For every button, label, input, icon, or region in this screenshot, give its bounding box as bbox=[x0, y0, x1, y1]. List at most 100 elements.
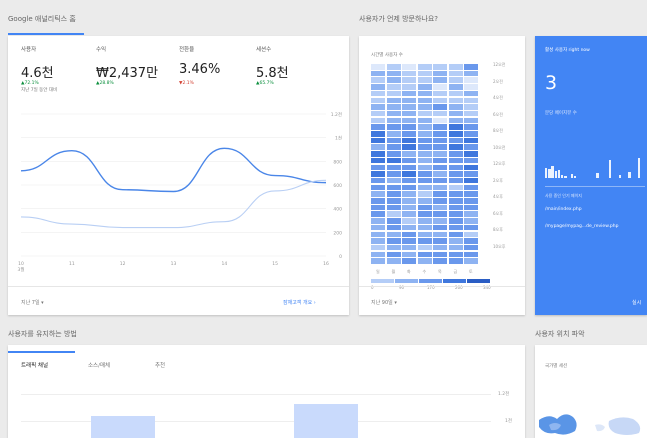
y-tick-label: 600 bbox=[333, 183, 342, 189]
heatmap-cell bbox=[386, 164, 401, 171]
heatmap-cell bbox=[386, 211, 401, 217]
heatmap-cell bbox=[402, 104, 417, 110]
metric-users-label[interactable]: 사용자 bbox=[21, 45, 36, 53]
metric-conversion-label[interactable]: 전환율 bbox=[179, 45, 194, 53]
tab-traffic-channel[interactable]: 트래픽 채널 bbox=[21, 361, 48, 369]
realtime-link[interactable]: 실시 bbox=[632, 299, 641, 306]
top-page-1[interactable]: /main/index.php bbox=[545, 207, 582, 212]
heatmap-cell bbox=[371, 144, 386, 150]
heatmap-cell bbox=[433, 144, 448, 150]
heatmap-cell bbox=[417, 131, 432, 137]
heatmap-cell bbox=[464, 84, 479, 90]
heatmap-cell bbox=[448, 90, 463, 97]
heatmap-cell bbox=[433, 224, 448, 231]
heatmap-cell bbox=[386, 171, 401, 177]
heatmap-cell bbox=[386, 238, 401, 244]
x-tick-label: 12 bbox=[120, 261, 126, 267]
heatmap-cell bbox=[464, 131, 479, 137]
heatmap-cell bbox=[448, 97, 463, 104]
heatmap-cell bbox=[464, 198, 479, 204]
pageview-bar bbox=[551, 166, 554, 178]
heatmap-cell bbox=[386, 251, 401, 258]
heatmap-cell bbox=[386, 224, 401, 231]
heatmap-cell bbox=[417, 231, 432, 238]
heatmap-cell bbox=[417, 244, 432, 251]
hour-label: 10오전 bbox=[493, 144, 506, 150]
heatmap-cell bbox=[371, 198, 386, 204]
heatmap-cell bbox=[417, 238, 432, 244]
heatmap-cell bbox=[386, 177, 401, 184]
heatmap-cell bbox=[448, 77, 463, 83]
heatmap-cell bbox=[464, 244, 479, 251]
heatmap-cell bbox=[371, 110, 386, 117]
top-page-2[interactable]: /mypage/mypag...de_review.php bbox=[545, 224, 618, 229]
visits-date-range[interactable]: 지난 90일 ▾ bbox=[371, 299, 397, 306]
audience-overview-link[interactable]: 잠재고객 개요 › bbox=[283, 299, 316, 306]
users-line-chart: 1.2천 1천 800 600 400 200 0 103월 11 12 13 14 15 16 bbox=[17, 111, 342, 273]
heatmap-cell bbox=[417, 177, 432, 184]
pageview-bar bbox=[637, 158, 641, 178]
heatmap-cell bbox=[417, 64, 432, 70]
day-label: 일 bbox=[376, 269, 380, 274]
series-line-1 bbox=[20, 179, 327, 229]
heatmap-cell bbox=[417, 157, 432, 164]
x-tick-label: 11 bbox=[69, 261, 75, 267]
heatmap-cell bbox=[386, 77, 401, 83]
heatmap-cell bbox=[417, 191, 432, 197]
heatmap-cell bbox=[371, 218, 386, 224]
location-card: 국가별 세션 bbox=[535, 345, 647, 438]
heatmap-cell bbox=[448, 238, 463, 244]
heatmap-cell bbox=[402, 164, 417, 171]
heatmap-cell bbox=[402, 110, 417, 117]
tab-referral[interactable]: 추천 bbox=[155, 361, 165, 369]
active-divider bbox=[545, 186, 645, 187]
metric-revenue-label[interactable]: 수익 bbox=[96, 45, 106, 53]
visits-card: 시간별 사용자 수 12오전 2오전 4오전 6오전 8오전 10오전 12오후 2오후 4오후… bbox=[359, 36, 525, 315]
y-tick-label: 1천 bbox=[335, 135, 342, 142]
home-date-range[interactable]: 지난 7일 ▾ bbox=[21, 299, 44, 306]
heatmap-cell bbox=[371, 177, 386, 184]
heatmap-cell bbox=[417, 198, 432, 204]
heatmap-cell bbox=[371, 97, 386, 104]
heatmap-cell bbox=[433, 110, 448, 117]
location-title: 사용자 위치 파악 bbox=[535, 330, 585, 338]
heatmap-cell bbox=[417, 137, 432, 144]
heatmap-cell bbox=[433, 231, 448, 238]
heatmap-cell bbox=[464, 110, 479, 117]
heatmap-cell bbox=[371, 151, 386, 157]
heatmap-cell bbox=[402, 131, 417, 137]
hour-label: 2오전 bbox=[493, 78, 503, 84]
y-tick-label: 800 bbox=[333, 159, 342, 165]
metric-sessions-value: 5.8천 bbox=[256, 66, 289, 81]
heatmap-cell bbox=[464, 77, 479, 83]
heatmap-cell bbox=[386, 117, 401, 124]
heatmap-cell bbox=[464, 70, 479, 77]
day-label: 토 bbox=[469, 269, 473, 274]
heatmap-cell bbox=[402, 124, 417, 130]
heatmap-cell bbox=[417, 117, 432, 124]
heatmap-cell bbox=[417, 218, 432, 224]
home-title-underline bbox=[8, 33, 84, 35]
tab-source-medium[interactable]: 소스/매체 bbox=[88, 361, 110, 369]
heatmap-cell bbox=[371, 77, 386, 83]
heatmap-cell bbox=[371, 124, 386, 130]
heatmap-cell bbox=[386, 97, 401, 104]
heatmap-cell bbox=[402, 224, 417, 231]
heatmap-cell bbox=[417, 224, 432, 231]
visits-footer-divider bbox=[359, 286, 525, 287]
metric-sessions-label[interactable]: 세션수 bbox=[256, 45, 271, 53]
retention-ytick-0: 1.2천 bbox=[498, 392, 510, 397]
heatmap-cell bbox=[433, 97, 448, 104]
heatmap-cell bbox=[464, 124, 479, 130]
location-subtitle: 국가별 세션 bbox=[545, 364, 568, 369]
heatmap-cell bbox=[386, 70, 401, 77]
pageviews-bars bbox=[545, 156, 645, 178]
heatmap-cell bbox=[433, 191, 448, 197]
metric-conversion-delta: ▼2.1% bbox=[179, 81, 194, 86]
heatmap-cell bbox=[448, 104, 463, 110]
heatmap-cell bbox=[433, 177, 448, 184]
pageview-bar bbox=[561, 175, 564, 178]
heatmap-cell bbox=[417, 211, 432, 217]
heatmap-cell bbox=[433, 164, 448, 171]
heatmap-cell bbox=[371, 117, 386, 124]
